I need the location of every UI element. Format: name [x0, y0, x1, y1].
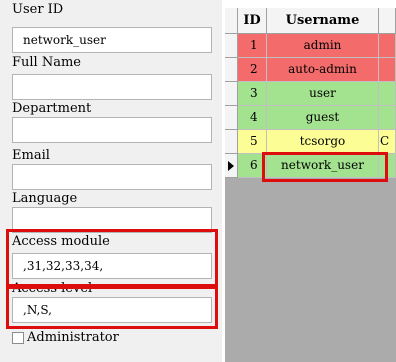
- table-row[interactable]: 2 auto-admin: [225, 58, 396, 82]
- cell-id[interactable]: 3: [238, 82, 267, 106]
- administrator-label: Administrator: [27, 330, 119, 345]
- access-level-field[interactable]: ,N,S,: [12, 297, 212, 323]
- cell-id[interactable]: 2: [238, 58, 267, 82]
- cell-id[interactable]: 4: [238, 106, 267, 130]
- cell-extra[interactable]: [379, 154, 396, 178]
- row-indicator[interactable]: [225, 34, 238, 58]
- language-field[interactable]: [12, 207, 212, 233]
- cell-extra[interactable]: [379, 58, 396, 82]
- cell-id[interactable]: 6: [238, 154, 267, 178]
- table-row-selected[interactable]: 6 network_user: [225, 154, 396, 178]
- cell-username[interactable]: guest: [267, 106, 379, 130]
- cell-username[interactable]: network_user: [267, 154, 379, 178]
- row-indicator[interactable]: [225, 82, 238, 106]
- department-field[interactable]: [12, 117, 212, 143]
- row-indicator[interactable]: [225, 58, 238, 82]
- access-module-field[interactable]: ,31,32,33,34,: [12, 253, 212, 279]
- cell-extra[interactable]: [379, 82, 396, 106]
- language-label: Language: [12, 191, 78, 206]
- cell-username[interactable]: auto-admin: [267, 58, 379, 82]
- row-indicator[interactable]: [225, 106, 238, 130]
- table-row[interactable]: 5 tcsorgo C: [225, 130, 396, 154]
- user-id-field[interactable]: network_user: [12, 27, 212, 53]
- row-indicator[interactable]: [225, 154, 238, 178]
- cell-id[interactable]: 1: [238, 34, 267, 58]
- access-module-label: Access module: [12, 234, 110, 249]
- cell-extra[interactable]: C: [379, 130, 396, 154]
- access-level-label: Access level: [12, 281, 93, 296]
- email-label: Email: [12, 148, 50, 163]
- column-header-username[interactable]: Username: [267, 8, 379, 34]
- column-header-extra[interactable]: [379, 8, 396, 34]
- cell-username[interactable]: tcsorgo: [267, 130, 379, 154]
- row-header-corner: [225, 8, 238, 34]
- cell-extra[interactable]: [379, 34, 396, 58]
- cell-username[interactable]: admin: [267, 34, 379, 58]
- table-row[interactable]: 3 user: [225, 82, 396, 106]
- current-row-arrow-icon: [228, 161, 234, 171]
- full-name-field[interactable]: [12, 74, 212, 100]
- email-field[interactable]: [12, 164, 212, 190]
- column-header-id[interactable]: ID: [238, 8, 267, 34]
- table-row[interactable]: 1 admin: [225, 34, 396, 58]
- administrator-checkbox[interactable]: [12, 332, 24, 344]
- cell-username[interactable]: user: [267, 82, 379, 106]
- table-row[interactable]: 4 guest: [225, 106, 396, 130]
- user-details-panel: User ID network_user Full Name Departmen…: [0, 0, 222, 362]
- cell-extra[interactable]: [379, 106, 396, 130]
- cell-id[interactable]: 5: [238, 130, 267, 154]
- full-name-label: Full Name: [12, 55, 81, 70]
- user-id-label: User ID: [12, 2, 64, 17]
- department-label: Department: [12, 101, 92, 116]
- users-grid: ID Username 1 admin 2 auto-admin 3 user …: [225, 8, 396, 362]
- row-indicator[interactable]: [225, 130, 238, 154]
